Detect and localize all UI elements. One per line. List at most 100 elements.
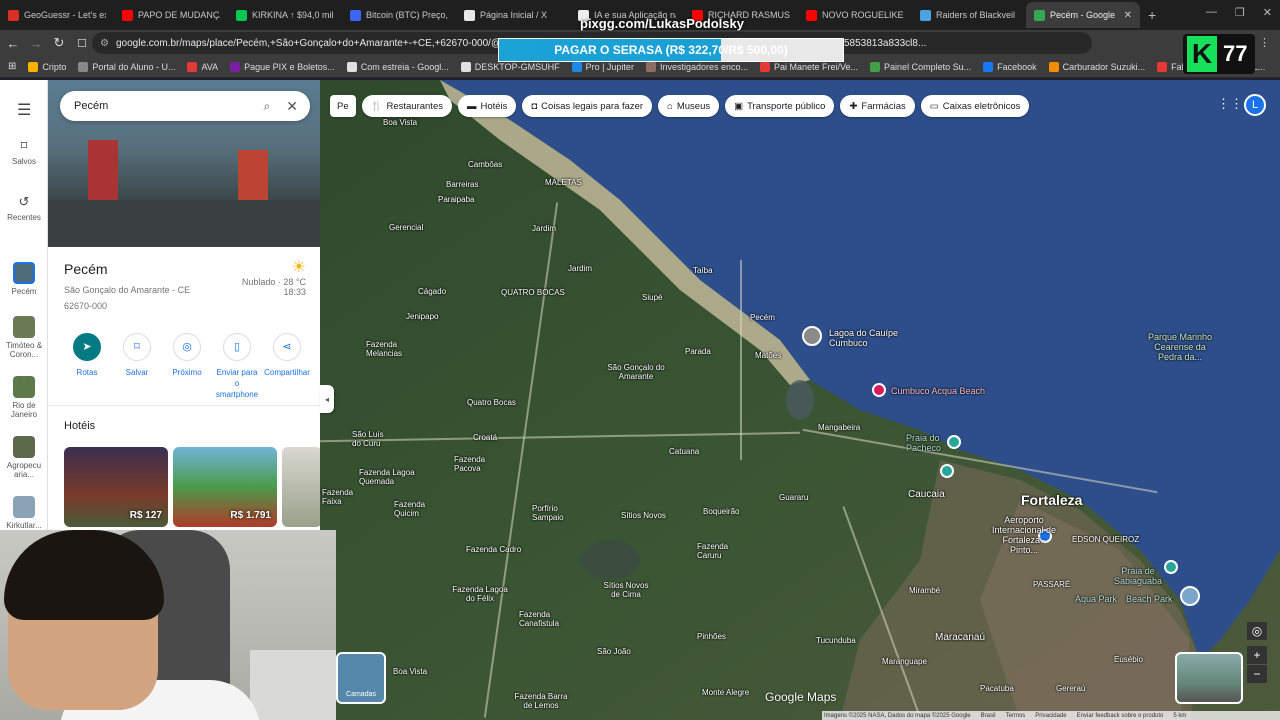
map-label-cumbuco[interactable]: Cumbuco Acqua Beach <box>891 386 985 396</box>
map-label-sao-joao[interactable]: São João <box>597 647 631 656</box>
map-label-siupe[interactable]: Siupé <box>642 293 662 302</box>
search-input[interactable]: Pecém <box>74 100 264 112</box>
hotel-card[interactable]: R$ 127 <box>64 447 168 527</box>
map-label-quatro-bocas[interactable]: QUATRO BOCAS <box>501 288 565 297</box>
map-label-gerencial[interactable]: Gerencial <box>389 223 423 232</box>
map-label-camboas[interactable]: Cambôas <box>468 160 502 169</box>
map-label-taiba[interactable]: Taíba <box>693 266 713 275</box>
map-label-porfirio[interactable]: Porfírio Sampaio <box>532 504 566 522</box>
tab-2[interactable]: KIRKINA ↑ $94,0 mil | <box>228 2 342 28</box>
map-label-parada[interactable]: Parada <box>685 347 711 356</box>
menu-icon[interactable]: ☰ <box>17 100 31 120</box>
map-label-guararu[interactable]: Guararu <box>779 493 808 502</box>
map-label-aeroporto[interactable]: Aeroporto Internacional de Fortaleza - P… <box>989 515 1059 555</box>
map-label-catuana[interactable]: Catuana <box>669 447 699 456</box>
reload-icon[interactable]: ↻ <box>49 35 69 51</box>
chip-transit[interactable]: ▣ Transporte público <box>725 95 835 117</box>
chip-hotels[interactable]: ▬ Hotéis <box>457 95 517 117</box>
collapse-panel-button[interactable]: ◂ <box>320 385 334 413</box>
rail-item-1[interactable]: Timóteo & Coron... <box>0 316 48 359</box>
map-label-fazenda-caruru[interactable]: Fazenda Caruru <box>697 542 731 560</box>
zoom-out-button[interactable]: − <box>1247 665 1267 683</box>
forward-icon[interactable]: → <box>26 36 46 51</box>
map-label-croata[interactable]: Croatá <box>473 433 497 442</box>
hotel-card[interactable] <box>282 447 320 527</box>
map-label-boqueirao[interactable]: Boqueirão <box>703 507 739 516</box>
map-label-boa-vista[interactable]: Boa Vista <box>393 667 427 676</box>
save-button[interactable]: ⌑ Salvar <box>114 333 160 400</box>
map-label-edson[interactable]: EDSON QUEIROZ <box>1072 535 1139 544</box>
map-label-jardim-upper[interactable]: Jardim <box>532 224 556 233</box>
bookmark-item[interactable]: AVA <box>187 61 218 72</box>
bookmark-item[interactable]: Pro | Jupiter <box>571 61 634 72</box>
map-label-fortaleza[interactable]: Fortaleza <box>1021 492 1082 508</box>
tab-8[interactable]: Raiders of Blackveil no <box>912 2 1026 28</box>
map-label-caucaia[interactable]: Caucaia <box>908 489 945 500</box>
hotel-card[interactable]: R$ 1.791 <box>173 447 277 527</box>
minimize-icon[interactable]: — <box>1206 6 1217 19</box>
share-button[interactable]: ⋖ Compartilhar <box>264 333 310 400</box>
map-label-mirambe[interactable]: Mirambé <box>909 586 940 595</box>
map-label-pecem[interactable]: Pecém <box>750 313 775 322</box>
place-photo-pin[interactable] <box>1180 586 1200 606</box>
attribution-item[interactable]: Brasil <box>981 713 996 719</box>
bookmark-item[interactable]: Facebook <box>983 61 1037 72</box>
map-label-matoes[interactable]: Matões <box>755 351 781 360</box>
map-label-paraipaba[interactable]: Paraipaba <box>438 195 474 204</box>
rail-pecem[interactable]: Pecém <box>0 262 48 296</box>
map-label-lagoa[interactable]: Lagoa do Cauípe Cumbuco <box>829 328 909 348</box>
map-label-quatro-bocas-2[interactable]: Quatro Bocas <box>467 398 516 407</box>
map-label-aquapark[interactable]: Aqua Park <box>1075 594 1117 604</box>
attribution-item[interactable]: Privacidade <box>1035 713 1066 719</box>
park-pin-icon[interactable] <box>940 464 954 478</box>
map-label-sitios-novos-cima[interactable]: Sítios Novos de Cima <box>601 581 651 599</box>
map-label-parque[interactable]: Parque Marinho Cearense da Pedra da... <box>1145 332 1215 362</box>
bookmark-item[interactable]: DESKTOP-GMSUHF <box>460 61 560 72</box>
map-label-praia-pacheco[interactable]: Praia do Pacheco <box>906 433 946 453</box>
apps-grid-icon[interactable]: ⊞ <box>8 61 16 72</box>
tab-4[interactable]: Página Inicial / X <box>456 2 570 28</box>
map-label-sitios-novos[interactable]: Sítios Novos <box>621 511 666 520</box>
bookmark-item[interactable]: Cripto <box>28 61 66 72</box>
bookmark-item[interactable]: Com estreia - Googl... <box>346 61 449 72</box>
map-label-cagado[interactable]: Cágado <box>418 287 446 296</box>
map-label-beachpark[interactable]: Beach Park <box>1126 594 1173 604</box>
bookmark-item[interactable]: Pai Manete Frei/Ve... <box>760 61 858 72</box>
chip-things-to-do[interactable]: ◘ Coisas legais para fazer <box>522 95 653 117</box>
rail-item-3[interactable]: Agropecu aria... <box>0 436 48 479</box>
tab-9[interactable]: Pecém - Google M ✕ <box>1026 2 1140 28</box>
beach-pin-icon[interactable] <box>1164 560 1178 574</box>
map-label-jardim[interactable]: Jardim <box>568 264 592 273</box>
chip-museums[interactable]: ⌂ Museus <box>658 95 720 117</box>
bookmark-item[interactable]: Carburador Suzuki... <box>1048 61 1145 72</box>
avatar[interactable]: L <box>1244 94 1266 116</box>
bookmark-item[interactable]: Painel Completo Su... <box>870 61 971 72</box>
my-location-icon[interactable]: ◎ <box>1247 622 1267 640</box>
back-icon[interactable]: ← <box>3 36 23 51</box>
chip-restaurants[interactable]: 🍴 Restaurantes <box>361 95 452 117</box>
map-label-maracanau[interactable]: Maracanaú <box>935 632 985 643</box>
attraction-pin-icon[interactable] <box>872 383 886 397</box>
map-label-fazenda-lagoa-felix[interactable]: Fazenda Lagoa do Félix <box>450 585 510 603</box>
map-label-eusebio[interactable]: Eusébio <box>1114 655 1143 664</box>
map-canvas[interactable] <box>320 80 1280 720</box>
map-label-fazenda-cadro[interactable]: Fazenda Cadro <box>466 545 521 554</box>
map-label-barreiras[interactable]: Barreiras <box>446 180 478 189</box>
street-view-thumbnail[interactable] <box>1175 652 1243 704</box>
map-label-fazenda-quicim[interactable]: Fazenda Quicim <box>394 500 430 518</box>
send-to-phone-button[interactable]: ▯ Enviar para o smartphone <box>214 333 260 400</box>
map-label-sabiaguaba[interactable]: Praia de Sabiaguaba <box>1110 566 1166 586</box>
zoom-in-button[interactable]: + <box>1247 646 1267 664</box>
map-label-jenipapo[interactable]: Jenipapo <box>406 312 438 321</box>
map-label-mangabeira[interactable]: Mangabeira <box>818 423 860 432</box>
map-label-maletas[interactable]: MALETAS <box>545 178 582 187</box>
map-label-sao-goncalo[interactable]: São Gonçalo do Amarante <box>606 363 666 381</box>
chip-atms[interactable]: ▭ Caixas eletrônicos <box>920 95 1030 117</box>
tab-7[interactable]: NOVO ROGUELIKE INC <box>798 2 912 28</box>
map-label-maranguape[interactable]: Maranguape <box>882 657 927 666</box>
attribution-item[interactable]: Termos <box>1006 713 1026 719</box>
maximize-icon[interactable]: ❐ <box>1235 6 1245 19</box>
map-label-gererau[interactable]: Gereraú <box>1056 684 1085 693</box>
map-label-passare[interactable]: PASSARÉ <box>1033 580 1070 589</box>
close-tab-icon[interactable]: ✕ <box>1124 10 1132 21</box>
